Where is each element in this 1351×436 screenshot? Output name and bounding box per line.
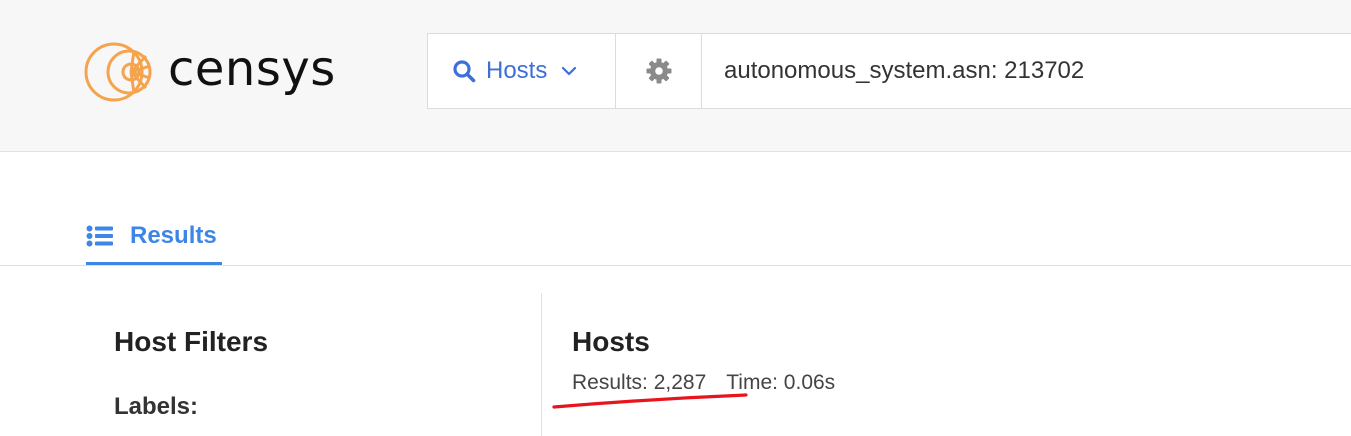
chevron-down-icon <box>561 66 577 76</box>
brand-name: censys <box>168 41 336 97</box>
tab-results-label: Results <box>130 222 217 249</box>
search-query-input[interactable]: autonomous_system.asn: 213702 <box>702 34 1351 108</box>
search-settings-button[interactable] <box>616 34 702 108</box>
host-filters-title: Host Filters <box>114 326 269 357</box>
labels-filter-heading: Labels: <box>114 393 199 420</box>
list-icon <box>86 225 113 247</box>
censys-logo-icon <box>84 42 152 102</box>
search-type-label: Hosts <box>486 57 548 84</box>
column-divider <box>541 293 542 436</box>
search-icon <box>453 60 476 83</box>
search-type-dropdown[interactable]: Hosts <box>428 34 616 108</box>
results-tab-bar: Results <box>0 210 1351 266</box>
hosts-title: Hosts <box>572 326 650 357</box>
top-header: censys Hosts autonomous_system.asn: 2137… <box>0 0 1351 152</box>
censys-logo[interactable]: censys <box>84 38 384 106</box>
tab-results[interactable]: Results <box>86 210 222 265</box>
red-underline-annotation <box>552 393 748 409</box>
search-bar: Hosts autonomous_system.asn: 213702 <box>427 33 1351 109</box>
gear-icon <box>646 58 671 84</box>
